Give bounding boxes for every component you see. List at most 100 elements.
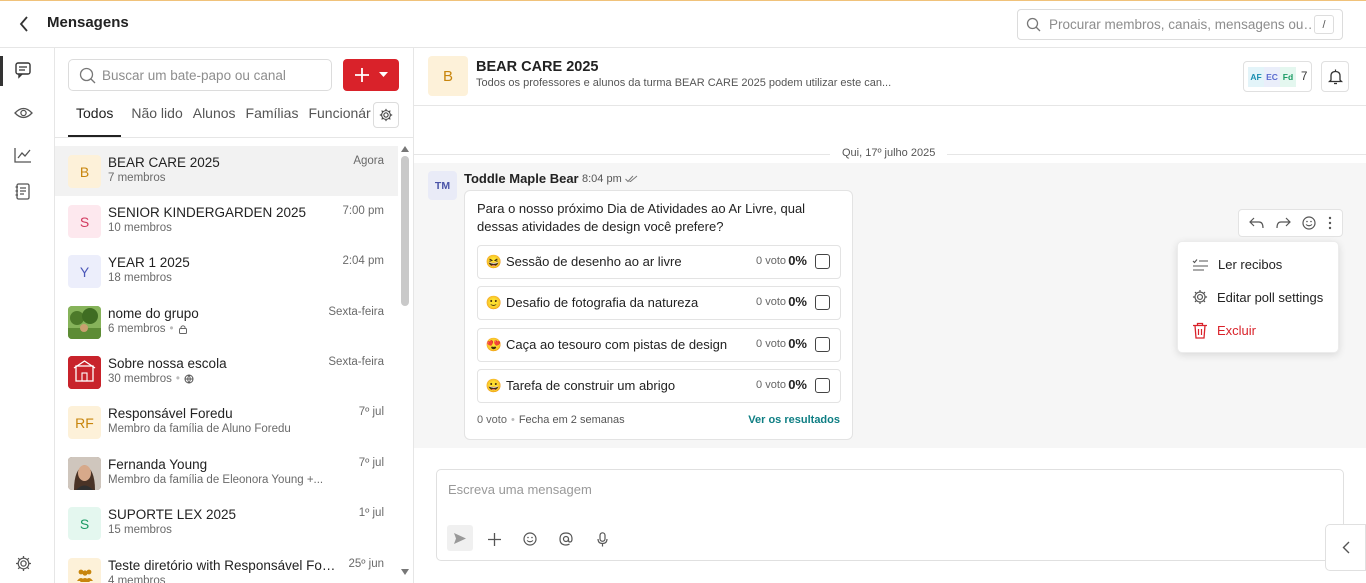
settings-gear-icon[interactable] [12,552,34,574]
channel-description: Todos os professores e alunos da turma B… [476,77,892,89]
poll-option[interactable]: 😍 Caça ao tesouro com pistas de design 0… [477,328,841,362]
forward-icon[interactable] [1276,217,1291,229]
tab-funcionarios[interactable]: Funcionár [308,101,370,137]
tab-nao-lido[interactable]: Não lido [131,101,182,137]
message-action-bar [1238,209,1343,237]
poll-option[interactable]: 😆 Sessão de desenho ao ar livre 0 voto 0… [477,245,841,279]
chat-name: BEAR CARE 2025 [108,155,220,170]
poll-option-text: Desafio de fotografia da natureza [506,295,699,310]
more-options-icon[interactable] [1328,216,1332,230]
filter-tabs: Todos Não lido Alunos Famílias Funcionár [68,101,372,137]
tab-familias[interactable]: Famílias [246,101,299,137]
tab-todos[interactable]: Todos [68,101,122,137]
poll-question: Para o nosso próximo Dia de Atividades a… [477,201,806,234]
notifications-bell-button[interactable] [1321,61,1349,92]
poll-option[interactable]: 🙂 Desafio de fotografia da natureza 0 vo… [477,286,841,320]
eye-icon[interactable] [12,102,34,124]
scrollbar-thumb[interactable] [401,156,409,306]
poll-option-text: Caça ao tesouro com pistas de design [506,337,728,352]
collapse-panel-button[interactable] [1325,524,1366,571]
chat-name: Teste diretório with Responsável Fored..… [108,558,338,573]
poll-option-checkbox[interactable] [815,378,830,393]
smiling-face-icon: 🙂 [485,295,503,310]
top-bar: Mensagens Procurar membros, canais, mens… [0,0,1366,48]
menu-item-label: Ler recibos [1218,257,1283,272]
chat-subtitle: 30 membros • [108,373,194,385]
global-search-placeholder: Procurar membros, canais, mensagens ou… [1049,17,1311,32]
message-time: 8:04 pm [582,173,638,185]
heart-eyes-face-icon: 😍 [485,337,503,352]
separator-dot: • [169,323,174,335]
chat-list-item[interactable]: Fernanda Young Membro da família de Eleo… [55,448,398,498]
reply-icon[interactable] [1249,217,1264,229]
chat-time: 7:00 pm [342,205,384,217]
menu-item-edit-poll-settings[interactable]: Editar poll settings [1192,289,1323,305]
chat-header: B BEAR CARE 2025 Todos os professores e … [414,48,1366,106]
menu-item-delete[interactable]: Excluir [1192,322,1256,339]
chat-time: 7º jul [358,457,384,469]
send-button[interactable] [447,525,473,551]
menu-item-read-receipts[interactable]: Ler recibos [1192,257,1282,272]
poll-option[interactable]: 😀 Tarefa de construir um abrigo 0 voto 0… [477,369,841,403]
chat-time: Sexta-feira [328,356,384,368]
message-context-menu: Ler recibos Editar poll settings Excluir [1177,241,1339,353]
emoji-reaction-icon[interactable] [1302,216,1316,230]
scroll-down-arrow-icon[interactable] [401,569,409,575]
messages-icon[interactable] [12,59,34,81]
attach-plus-icon[interactable] [482,527,506,551]
double-check-icon [624,175,638,183]
members-button[interactable]: AF EC Fd 7 [1243,61,1312,92]
tab-settings-button[interactable] [373,102,399,128]
chat-list-scrollbar[interactable] [401,146,409,575]
nav-rail [0,48,55,583]
chat-list-item[interactable]: Sobre nossa escola 30 membros • Sexta-fe… [55,347,398,397]
poll-option-checkbox[interactable] [815,295,830,310]
message-composer[interactable]: Escreva uma mensagem [436,469,1344,561]
chat-list-item[interactable]: S SUPORTE LEX 2025 15 membros 1º jul [55,498,398,548]
channel-title[interactable]: BEAR CARE 2025 [476,59,599,75]
poll-option-percent: 0% [788,377,807,392]
chat-list-item[interactable]: RF Responsável Foredu Membro da família … [55,397,398,447]
poll-option-text: Sessão de desenho ao ar livre [506,254,682,269]
analytics-chart-icon[interactable] [12,144,34,166]
chat-search-placeholder: Buscar um bate-papo ou canal [102,67,286,83]
chat-name: Responsável Foredu [108,406,233,421]
chat-search-input[interactable]: Buscar um bate-papo ou canal [68,59,332,91]
search-icon [79,67,96,84]
mention-at-icon[interactable] [554,527,578,551]
new-chat-button[interactable] [343,59,399,91]
chat-subtitle-text: 18 membros [108,272,172,284]
global-search-input[interactable]: Procurar membros, canais, mensagens ou… … [1017,9,1343,40]
directory-book-icon[interactable] [12,180,34,202]
sender-name[interactable]: Toddle Maple Bear [464,171,579,186]
back-arrow-icon[interactable] [14,13,34,35]
poll-option-checkbox[interactable] [815,254,830,269]
chat-list-item[interactable]: B BEAR CARE 2025 7 membros Agora [55,146,398,196]
chat-time: 25º jun [348,558,384,570]
tab-alunos[interactable]: Alunos [193,101,236,137]
trash-icon [1192,322,1208,339]
chat-list-item[interactable]: Y YEAR 1 2025 18 membros 2:04 pm [55,246,398,296]
view-results-link[interactable]: Ver os resultados [748,414,840,426]
chat-list-item[interactable]: nome do grupo 6 membros • Sexta-feira [55,297,398,347]
member-avatar: EC [1264,66,1280,87]
poll-option-checkbox[interactable] [815,337,830,352]
sender-avatar[interactable]: TM [428,171,457,200]
poll-option-percent: 0% [788,294,807,309]
chat-name: Fernanda Young [108,457,208,472]
chat-name: SENIOR KINDERGARDEN 2025 [108,205,307,220]
chat-list-item[interactable]: S SENIOR KINDERGARDEN 2025 10 membros 7:… [55,196,398,246]
message-area: Qui, 17º julho 2025 TM Toddle Maple Bear… [414,106,1366,448]
menu-item-label: Excluir [1217,323,1257,338]
chat-subtitle-text: 4 membros [108,575,166,583]
poll-option-votes: 0 voto [756,338,786,350]
chat-list-item[interactable]: Teste diretório with Responsável Fored..… [55,549,398,583]
emoji-picker-icon[interactable] [518,527,542,551]
chat-list-sidebar: Buscar um bate-papo ou canal Todos Não l… [55,48,414,583]
message-input-placeholder: Escreva uma mensagem [448,482,592,497]
scroll-up-arrow-icon[interactable] [401,146,409,152]
chat-panel: B BEAR CARE 2025 Todos os professores e … [414,48,1366,583]
poll-option-text: Tarefa de construir um abrigo [506,378,676,393]
microphone-icon[interactable] [590,527,614,551]
poll-option-votes: 0 voto [756,296,786,308]
